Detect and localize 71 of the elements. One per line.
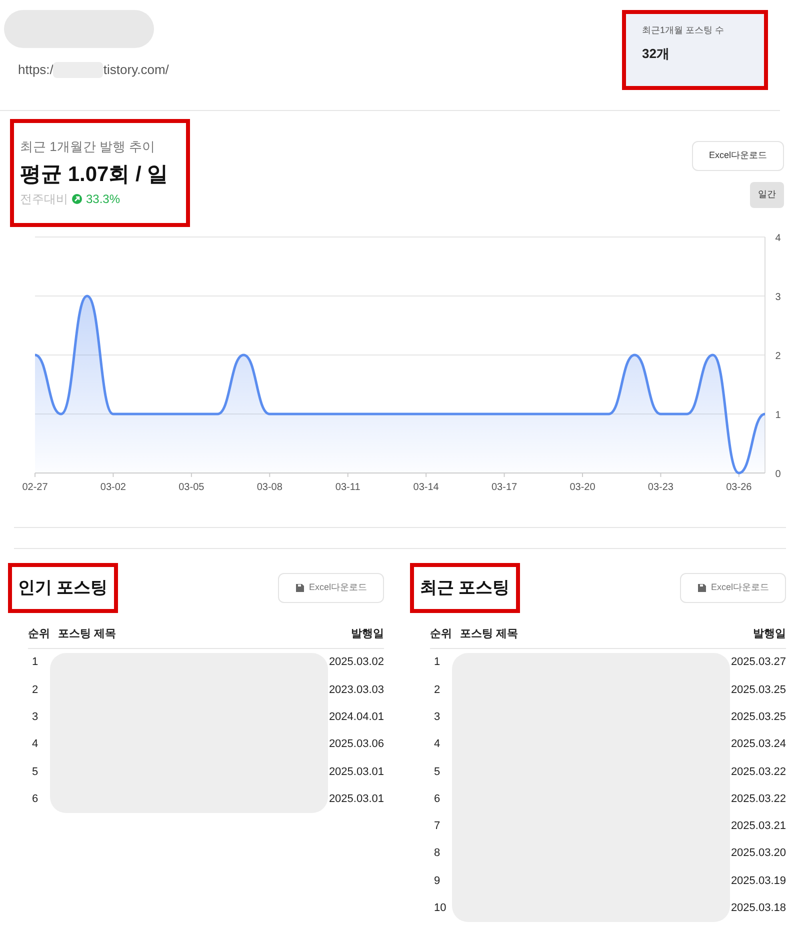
date-cell-text: 2025.03.01 (328, 792, 384, 807)
rank-cell-text: 4 (433, 737, 442, 752)
date-cell-text: 2025.03.02 (328, 655, 384, 670)
rank-cell-text: 8 (433, 846, 442, 862)
column-header: 발행일 (351, 627, 384, 642)
y-axis: 0 1 2 3 4 (764, 233, 781, 480)
x-tick-label: 03-02 (100, 482, 126, 493)
x-tick-label: 03-20 (570, 482, 596, 493)
save-icon (294, 583, 305, 593)
x-tick-label: 03-23 (648, 482, 674, 493)
stat-value: 32개 (642, 44, 670, 62)
date-cell-text: 2025.03.22 (730, 792, 786, 807)
rank-cell-text: 6 (31, 792, 40, 807)
x-tick-label: 02-27 (22, 482, 48, 493)
site-url: tistory.com/ (103, 61, 169, 79)
column-header: 포스팅 제목 (58, 627, 118, 642)
x-tick-label: 03-26 (726, 482, 752, 493)
date-cell-text: 2025.03.20 (730, 846, 786, 862)
date-cell-text: 2023.03.03 (328, 682, 384, 698)
y-tick-label: 4 (775, 233, 782, 244)
section-title: 인기 포스팅 (18, 578, 108, 597)
rank-cell-text: 6 (433, 792, 442, 807)
date-cell-text: 2025.03.27 (730, 655, 786, 670)
rank-cell-text: 2 (31, 682, 40, 698)
x-tick-label: 03-17 (491, 482, 518, 493)
date-cell-text: 2025.03.22 (730, 764, 786, 780)
date-cell-text: 2024.04.01 (328, 710, 384, 725)
x-tick-label: 03-08 (256, 482, 283, 493)
column-header: 순위 (430, 627, 453, 642)
rank-cell-text: 7 (433, 819, 442, 834)
period-button[interactable]: 일간 (750, 182, 784, 208)
date-cell-text: 2025.03.18 (730, 901, 786, 916)
rank-cell-text: 5 (31, 764, 40, 780)
rank-cell-text: 3 (31, 710, 40, 725)
column-header: 포스팅 제목 (460, 627, 520, 642)
average-value: 평균 1.07회 / 일 (20, 162, 170, 188)
x-tick-label: 03-11 (335, 482, 361, 493)
rank-cell-text: 9 (433, 874, 442, 889)
excel-download-button[interactable]: Excel다운로드 (680, 573, 786, 603)
x-tick-label: 03-05 (178, 482, 205, 493)
rank-cell-text: 10 (433, 901, 448, 916)
date-cell-text: 2025.03.19 (730, 874, 786, 889)
rank-cell-text: 1 (31, 655, 40, 670)
date-cell-text: 2025.03.06 (328, 737, 384, 752)
change-value: 33.3% (86, 191, 120, 208)
rank-cell-text: 2 (433, 682, 442, 698)
date-cell-text: 2025.03.25 (730, 682, 786, 698)
stat-label: 최근1개월 포스팅 수 (642, 24, 726, 37)
x-tick-label: 03-14 (413, 482, 440, 493)
excel-download-button[interactable]: Excel다운로드 (692, 141, 784, 171)
section-title: 최근 포스팅 (420, 578, 510, 597)
rank-cell-text: 3 (433, 710, 442, 725)
y-tick-label: 2 (775, 351, 782, 362)
rank-cell-text: 1 (433, 655, 442, 670)
date-cell-text: 2025.03.24 (730, 737, 786, 752)
y-tick-label: 1 (775, 410, 782, 421)
column-header: 발행일 (753, 627, 786, 642)
compare-label: 전주대비 (20, 191, 68, 208)
site-url: https:/ (18, 61, 54, 79)
save-icon (696, 583, 707, 593)
date-cell-text: 2025.03.25 (730, 710, 786, 725)
y-tick-label: 0 (775, 469, 782, 480)
column-header: 순위 (28, 627, 51, 642)
rank-cell-text: 5 (433, 764, 442, 780)
y-tick-label: 3 (775, 292, 782, 303)
date-cell-text: 2025.03.01 (328, 764, 384, 780)
chart-title: 최근 1개월간 발행 추이 (20, 138, 156, 156)
up-arrow-icon (72, 194, 82, 204)
excel-download-button[interactable]: Excel다운로드 (278, 573, 384, 603)
rank-cell-text: 4 (31, 737, 40, 752)
date-cell-text: 2025.03.21 (730, 819, 786, 834)
